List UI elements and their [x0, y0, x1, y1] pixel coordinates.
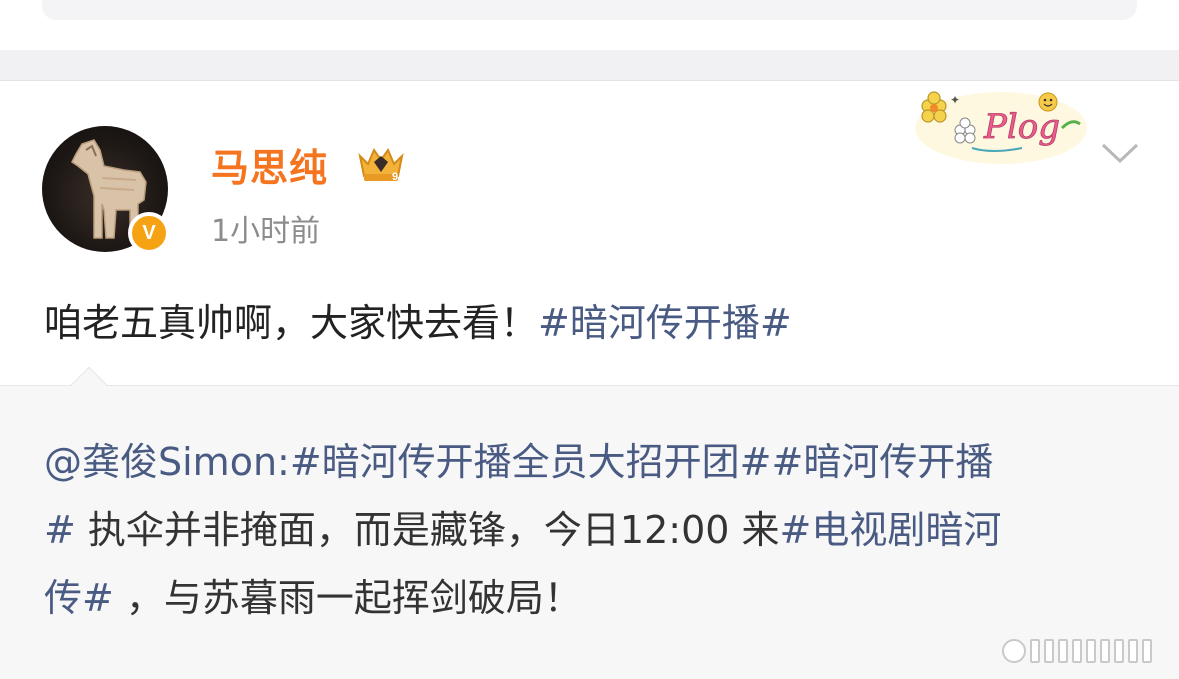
watermark-bar: [1058, 639, 1068, 663]
chevron-down-icon[interactable]: [1100, 140, 1140, 166]
post-text: 咱老五真帅啊，大家快去看！: [44, 301, 539, 345]
svg-text:Plog: Plog: [983, 107, 1060, 147]
repost-text-2: 执伞并非掩面，而是藏锋，今日12:00 来: [75, 508, 780, 552]
previous-card-bottom: [42, 0, 1137, 20]
author-name[interactable]: 马思纯: [211, 137, 328, 192]
watermark-dot: [1002, 639, 1026, 663]
svg-text:9: 9: [392, 171, 398, 183]
repost-hashtag-3-end[interactable]: 传#: [44, 576, 114, 620]
repost-hashtag-2-end[interactable]: #: [44, 508, 76, 552]
feed-divider: [0, 50, 1179, 81]
avatar[interactable]: V: [42, 126, 170, 254]
watermark-bar: [1128, 639, 1138, 663]
post-content: 咱老五真帅啊，大家快去看！#暗河传开播#: [44, 292, 792, 347]
watermark-bar: [1086, 639, 1096, 663]
post-time: 1小时前: [211, 214, 321, 249]
repost-hashtag-1[interactable]: #暗河传开播全员大招开团#: [290, 440, 772, 484]
verified-v-icon: V: [128, 212, 170, 254]
repost-mention[interactable]: @龚俊Simon:: [44, 440, 290, 484]
plog-sticker-icon[interactable]: Plog ✦: [912, 88, 1090, 166]
repost-text-3: ，与苏暮雨一起挥剑破局！: [113, 576, 582, 620]
svg-text:✦: ✦: [950, 93, 960, 107]
watermark-bar: [1030, 639, 1040, 663]
repost-line-3: 传# ，与苏暮雨一起挥剑破局！: [44, 564, 1144, 632]
watermark-bar: [1044, 639, 1054, 663]
repost-hashtag-2[interactable]: #暗河传开播: [772, 440, 994, 484]
watermark-bar: [1072, 639, 1082, 663]
watermark-icon: [1002, 636, 1170, 666]
repost-line-1: @龚俊Simon:#暗河传开播全员大招开团##暗河传开播: [44, 428, 1144, 496]
watermark-bar: [1100, 639, 1110, 663]
repost-content: @龚俊Simon:#暗河传开播全员大招开团##暗河传开播 # 执伞并非掩面，而是…: [44, 428, 1144, 632]
weibo-post-screen: V 马思纯 9 1小时前 Plog ✦ 咱老五真帅啊，大家快去看！#暗河传开播#: [0, 0, 1179, 679]
repost-hashtag-3[interactable]: #电视剧暗河: [780, 508, 1002, 552]
previous-card-strip: [0, 0, 1179, 50]
crown-badge-icon[interactable]: 9: [354, 142, 408, 184]
post-hashtag[interactable]: #暗河传开播#: [538, 301, 792, 345]
repost-line-2: # 执伞并非掩面，而是藏锋，今日12:00 来#电视剧暗河: [44, 496, 1144, 564]
watermark-bar: [1114, 639, 1124, 663]
watermark-bar: [1142, 639, 1152, 663]
